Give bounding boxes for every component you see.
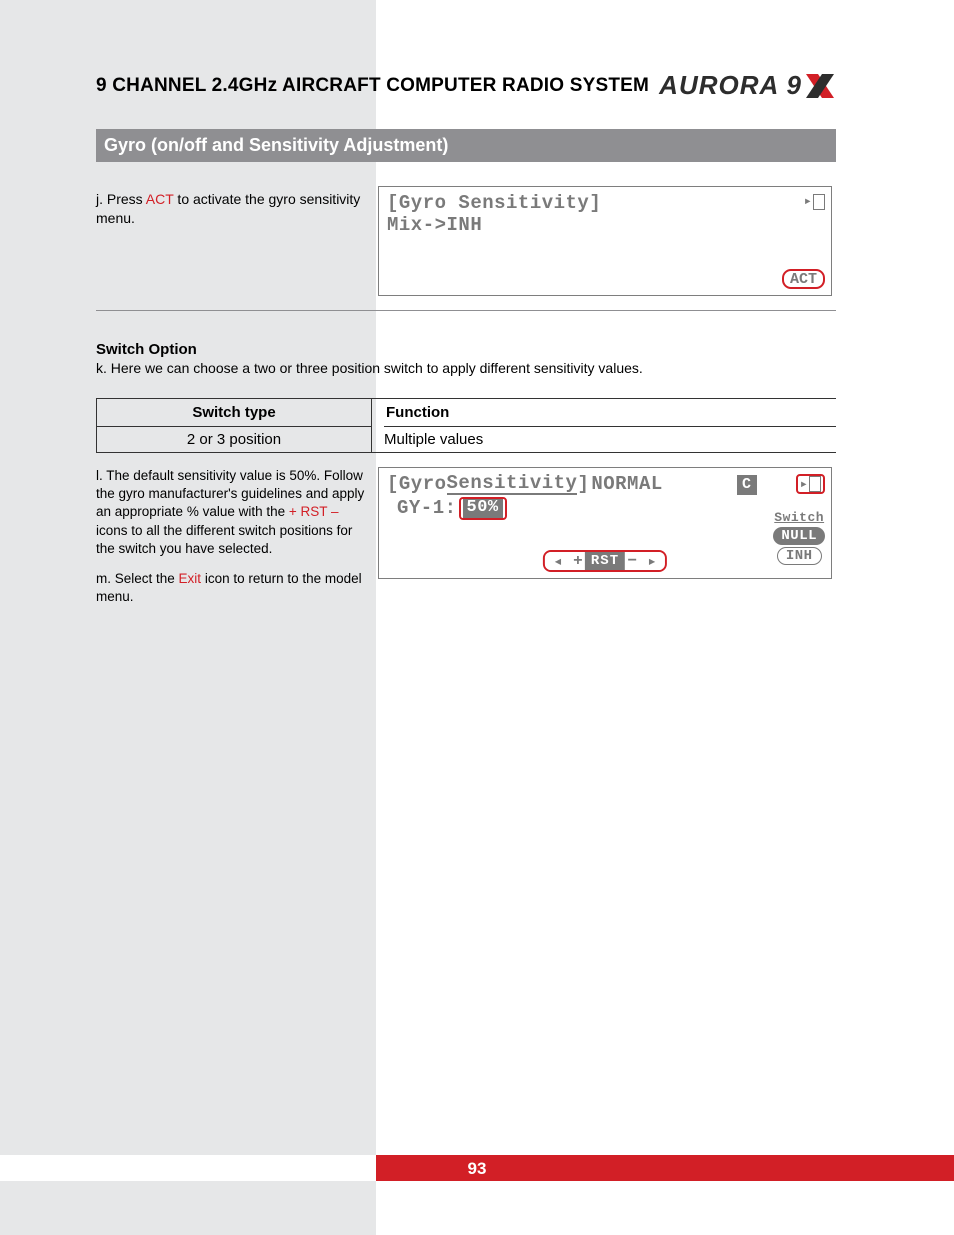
step-j-prefix: j. Press [96,191,146,207]
col2-value: Multiple values [384,427,836,452]
inh-button[interactable]: INH [777,547,822,565]
lcd2-title-close: ] [577,475,589,494]
steps-lm-text: l. The default sensitivity value is 50%.… [96,467,368,619]
minus-icon[interactable]: − [625,552,639,570]
lcd1-line1: [Gyro Sensitivity] [387,193,823,215]
col1-value: 2 or 3 position [97,427,371,452]
exit-keyword: Exit [179,571,202,586]
gy1-value: 50% [463,499,503,518]
act-button[interactable]: ACT [782,269,825,289]
lcd2-mode: NORMAL [591,475,662,494]
step-m-text: m. Select the Exit icon to return to the… [96,570,368,606]
header-row: 9 CHANNEL 2.4GHz AIRCRAFT COMPUTER RADIO… [96,70,836,101]
switch-table: Switch type 2 or 3 position Function Mul… [96,398,836,453]
step-m-prefix: m. Select the [96,571,179,586]
brand-logo: AURORA 9 [659,70,836,101]
switch-label: Switch [774,510,824,525]
lcd2-title-open: [Gyro [387,475,447,494]
plus-icon[interactable]: + [571,552,585,570]
door-icon [813,194,825,210]
switch-option-heading: Switch Option [96,341,836,358]
rst-keyword: RST [297,504,331,519]
col1-head: Switch type [97,399,371,427]
switch-table-col1: Switch type 2 or 3 position [96,399,372,452]
act-keyword: ACT [146,191,174,207]
plus-keyword: + [289,504,297,519]
lcd1-line2: Mix->INH [387,215,823,237]
section-heading: Gyro (on/off and Sensitivity Adjustment) [96,129,836,162]
rst-button[interactable]: RST [585,552,625,570]
divider [96,310,836,311]
gy1-row: GY-1: 50% [397,497,823,520]
step-j-row: j. Press ACT to activate the gyro sensit… [96,186,836,296]
switch-option-desc: k. Here we can choose a two or three pos… [96,360,836,376]
logo-text: AURORA 9 [659,70,802,101]
exit-icon[interactable]: ▸ [804,193,825,210]
rst-control: ◂ + RST − ▸ [543,550,667,572]
col2-head: Function [384,399,836,427]
lcd2-title: [Gyro Sensitivity] NORMAL C [387,474,823,495]
steps-lm-row: l. The default sensitivity value is 50%.… [96,467,836,619]
arrow-right-icon: ▸ [800,476,808,493]
switch-table-col2: Function Multiple values [372,399,836,452]
increment-arrow-icon[interactable]: ▸ [639,551,665,571]
lcd2-title-underline[interactable]: Sensitivity [447,474,578,495]
step-l-text: l. The default sensitivity value is 50%.… [96,467,368,558]
page-number: 93 [0,1159,954,1179]
lcd-screen-2: [Gyro Sensitivity] NORMAL C ▸ GY-1: 50% … [378,467,832,579]
decrement-arrow-icon[interactable]: ◂ [545,551,571,571]
page-title: 9 CHANNEL 2.4GHz AIRCRAFT COMPUTER RADIO… [96,75,649,97]
gy1-value-box[interactable]: 50% [459,497,507,520]
step-l-suffix: icons to all the different switch positi… [96,523,352,556]
null-button[interactable]: NULL [773,527,825,545]
gy1-label: GY-1: [397,497,457,519]
arrow-right-icon: ▸ [804,193,812,210]
page-content: 9 CHANNEL 2.4GHz AIRCRAFT COMPUTER RADIO… [96,70,836,619]
switch-column: Switch NULL INH [773,510,825,565]
lcd-screen-1: [Gyro Sensitivity] Mix->INH ▸ ACT [378,186,832,296]
minus-keyword: – [331,504,339,519]
door-icon [809,476,821,492]
c-button[interactable]: C [737,475,757,495]
exit-icon-highlighted[interactable]: ▸ [796,474,825,494]
logo-x-icon [804,72,836,100]
step-j-text: j. Press ACT to activate the gyro sensit… [96,186,368,228]
